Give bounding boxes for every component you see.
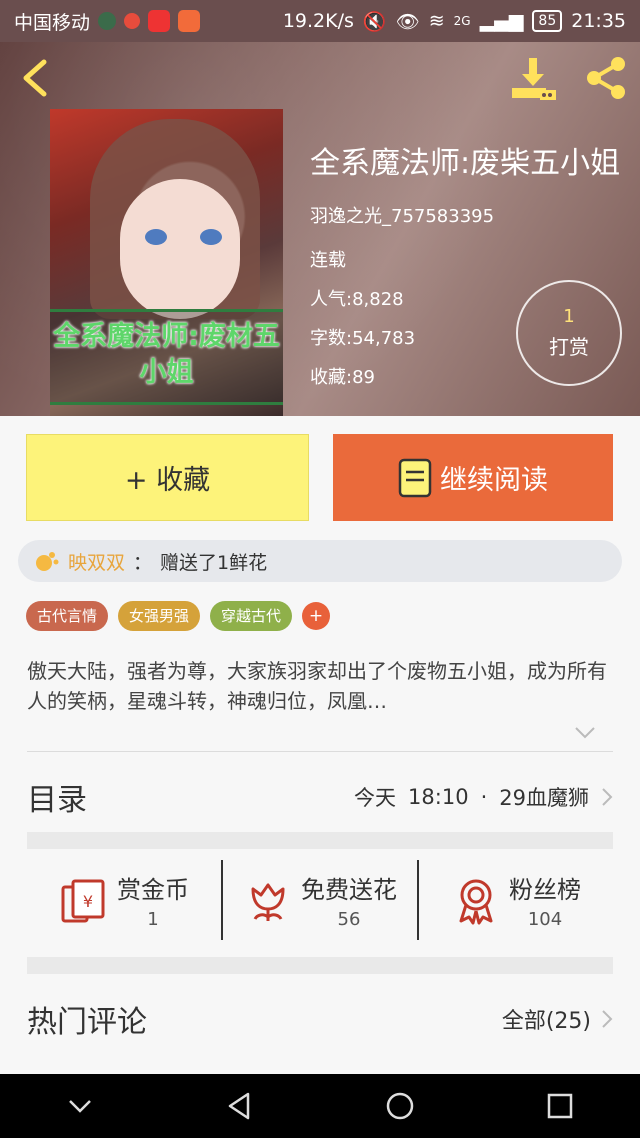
system-nav-bar — [0, 1074, 640, 1138]
tag-item[interactable]: 穿越古代 — [210, 601, 293, 631]
gift-banner[interactable]: 映双双 ： 赠送了1鲜花 — [18, 540, 622, 582]
reward-coins-stat[interactable]: ¥ 赏金币 1 — [27, 860, 221, 940]
wifi-icon: ≋ — [428, 10, 445, 32]
eye-icon: 👁 — [395, 10, 420, 33]
tag-item[interactable]: 古代言情 — [26, 601, 109, 631]
ribbon-badge-icon — [459, 879, 493, 925]
hot-comments-row[interactable]: 热门评论 全部(25) — [27, 994, 613, 1044]
free-flower-label: 免费送花 — [301, 876, 397, 904]
gift-sender: 映双双 — [68, 551, 126, 574]
fan-ranking-value: 104 — [527, 909, 563, 930]
gift-message: 赠送了1鲜花 — [160, 551, 268, 574]
play-notification-icon — [178, 10, 201, 32]
book-cover[interactable]: 全系魔法师:废材五小姐 — [50, 109, 283, 416]
chevron-down-icon[interactable] — [574, 726, 596, 740]
book-status: 连载 — [310, 250, 346, 271]
book-popularity: 人气:8,828 — [310, 289, 404, 310]
status-bar: 中国移动 19.2K/s 🔇 👁 ≋ 2G ▂▄▆ 85 21:35 — [0, 0, 640, 42]
divider — [27, 751, 613, 752]
toc-update-time: 18:10 — [408, 785, 469, 809]
toc-latest-chapter: 29血魔狮 — [499, 786, 589, 810]
cover-art-eye — [200, 229, 222, 245]
tip-count: 1 — [563, 306, 575, 327]
mute-icon: 🔇 — [362, 10, 387, 33]
book-author: 羽逸之光_757583395 — [310, 206, 495, 227]
paw-notification-icon — [124, 13, 141, 29]
signal-icon: ▂▄▆ — [479, 10, 524, 32]
download-icon[interactable] — [510, 54, 558, 102]
toc-row[interactable]: 目录 今天 18:10 · 29血魔狮 — [27, 772, 613, 822]
carrier-label: 中国移动 — [14, 11, 91, 34]
share-icon[interactable] — [582, 54, 630, 102]
fan-ranking-label: 粉丝榜 — [509, 876, 581, 904]
tip-label: 打赏 — [549, 335, 589, 359]
book-icon — [398, 458, 432, 497]
reward-coins-value: 1 — [147, 909, 159, 930]
toc-update-day: 今天 — [354, 786, 397, 810]
toc-label: 目录 — [27, 783, 87, 818]
svg-text:¥: ¥ — [83, 892, 93, 911]
coin-red-packet-icon: ¥ — [61, 879, 105, 923]
fan-ranking-stat[interactable]: 粉丝榜 104 — [417, 860, 613, 940]
free-flower-stat[interactable]: 免费送花 56 — [221, 860, 417, 940]
book-header: 全系魔法师:废材五小姐 全系魔法师:废柴五小姐 羽逸之光_757583395 连… — [0, 42, 640, 416]
battery-indicator: 85 — [532, 10, 563, 32]
stats-row: ¥ 赏金币 1 免费送花 56 粉丝榜 104 — [27, 860, 613, 940]
free-flower-value: 56 — [337, 909, 361, 930]
network-type: 2G — [453, 14, 471, 28]
network-speed: 19.2K/s — [282, 10, 354, 32]
toc-dot: · — [480, 785, 488, 809]
book-favorites: 收藏:89 — [310, 367, 375, 388]
add-tag-button[interactable]: + — [302, 602, 331, 630]
continue-reading-label: 继续阅读 — [440, 465, 548, 496]
section-gap — [27, 832, 613, 849]
hot-comments-label: 热门评论 — [27, 1005, 147, 1040]
recents-square-icon[interactable] — [542, 1088, 578, 1124]
tag-item[interactable]: 女强男强 — [118, 601, 201, 631]
chevron-right-icon — [602, 788, 613, 806]
reward-coins-label: 赏金币 — [117, 876, 189, 904]
book-title: 全系魔法师:废柴五小姐 — [310, 146, 621, 181]
continue-reading-button[interactable]: 继续阅读 — [333, 434, 613, 521]
tip-button[interactable]: 1 打赏 — [516, 280, 622, 386]
cover-title: 全系魔法师:废材五小姐 — [53, 321, 280, 388]
home-circle-icon[interactable] — [382, 1088, 418, 1124]
section-gap — [27, 957, 613, 974]
chevron-right-icon — [602, 1010, 613, 1028]
all-comments-link[interactable]: 全部(25) — [502, 1003, 591, 1035]
add-favorite-label: + 收藏 — [124, 465, 211, 496]
add-favorite-button[interactable]: + 收藏 — [26, 434, 309, 521]
flower-icon — [251, 883, 285, 921]
app-notification-icon — [98, 12, 117, 30]
flower-gift-icon — [36, 552, 59, 571]
book-word-count: 字数:54,783 — [310, 328, 416, 349]
back-icon[interactable] — [16, 56, 56, 100]
book-description[interactable]: 傲天大陆，强者为尊，大家族羽家却出了个废物五小姐，成为所有人的笑柄，星魂斗转，神… — [27, 656, 613, 716]
tag-list: 古代言情 女强男强 穿越古代 + — [26, 601, 331, 631]
music-notification-icon — [148, 10, 171, 32]
back-triangle-icon[interactable] — [222, 1088, 258, 1124]
gift-separator: ： — [133, 551, 153, 574]
status-time: 21:35 — [571, 10, 626, 32]
cover-art-eye — [145, 229, 167, 245]
chevron-down-icon[interactable] — [62, 1088, 98, 1124]
cover-art-face — [120, 179, 240, 319]
